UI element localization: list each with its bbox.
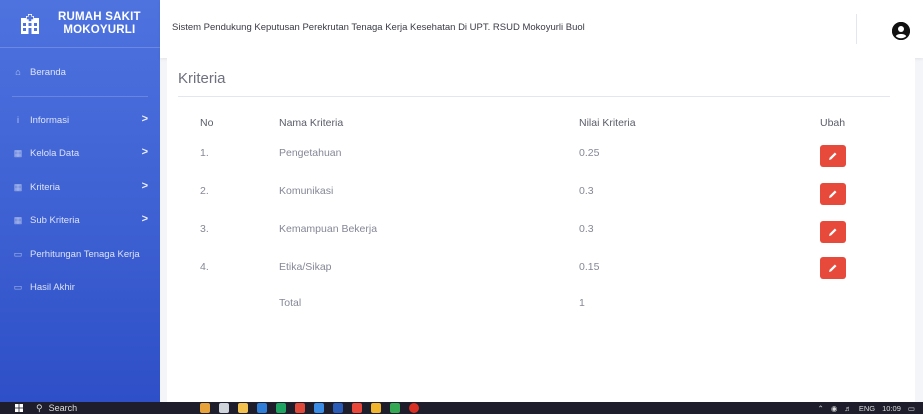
sidebar-item-label: Kriteria: [30, 181, 61, 193]
total-label: Total: [279, 297, 302, 309]
sidebar-divider: [12, 96, 148, 97]
edit-button[interactable]: [820, 145, 846, 167]
row-name: Pengetahuan: [279, 147, 342, 159]
page-title: Kriteria: [178, 70, 226, 87]
sidebar-item-informasi[interactable]: i Informasi >: [0, 110, 160, 130]
chevron-up-icon[interactable]: ⌃: [818, 404, 824, 413]
pencil-icon: [829, 264, 837, 272]
row-name: Kemampuan Bekerja: [279, 223, 378, 235]
hospital-icon: [21, 13, 39, 34]
taskbar-app-icon[interactable]: [200, 403, 210, 413]
row-no: 3.: [200, 223, 209, 235]
row-value: 0.15: [579, 261, 600, 273]
chevron-right-icon: >: [141, 180, 148, 192]
taskbar-app-icon[interactable]: [219, 403, 229, 413]
taskbar-app-icon[interactable]: [276, 403, 286, 413]
brand-name: RUMAH SAKIT MOKOYURLI: [58, 11, 141, 37]
row-value: 0.25: [579, 147, 600, 159]
pencil-icon: [829, 228, 837, 236]
table-icon: ▦: [13, 181, 23, 192]
taskbar-app-icon[interactable]: [238, 403, 248, 413]
network-icon[interactable]: ◉: [831, 404, 838, 413]
row-no: 2.: [200, 185, 209, 197]
sidebar-item-label: Kelola Data: [30, 147, 80, 159]
pencil-icon: [829, 190, 837, 198]
criteria-card: Kriteria No Nama Kriteria Nilai Kriteria…: [167, 58, 915, 402]
taskbar-clock[interactable]: 10:09: [882, 404, 901, 413]
sidebar-item-label: Hasil Akhir: [30, 281, 75, 293]
laptop-icon: ▭: [13, 281, 23, 292]
sidebar-item-kriteria[interactable]: ▦ Kriteria >: [0, 177, 160, 197]
column-header-name: Nama Kriteria: [279, 117, 344, 129]
topbar-divider: [856, 14, 857, 44]
taskbar-app-icon[interactable]: [371, 403, 381, 413]
sidebar-brand[interactable]: RUMAH SAKIT MOKOYURLI: [0, 0, 160, 48]
sidebar-item-sub-kriteria[interactable]: ▦ Sub Kriteria >: [0, 210, 160, 230]
taskbar-app-icon[interactable]: [409, 403, 419, 413]
column-header-no: No: [200, 117, 214, 129]
pencil-icon: [829, 152, 837, 160]
row-name: Komunikasi: [279, 185, 334, 197]
topbar-title: Sistem Pendukung Keputusan Perekrutan Te…: [172, 22, 585, 33]
search-icon: ⚲: [36, 402, 43, 413]
user-menu-button[interactable]: [892, 22, 910, 40]
row-no: 1.: [200, 147, 209, 159]
home-icon: ⌂: [15, 67, 21, 77]
column-header-value: Nilai Kriteria: [579, 117, 636, 129]
sidebar-item-perhitungan[interactable]: ▭ Perhitungan Tenaga Kerja: [0, 244, 160, 264]
sidebar-item-beranda[interactable]: ⌂ Beranda: [0, 62, 160, 82]
chevron-right-icon: >: [141, 113, 148, 125]
edit-button[interactable]: [820, 257, 846, 279]
taskbar-app-icon[interactable]: [314, 403, 324, 413]
topbar: Sistem Pendukung Keputusan Perekrutan Te…: [160, 0, 923, 58]
taskbar-app-icon[interactable]: [352, 403, 362, 413]
edit-button[interactable]: [820, 221, 846, 243]
row-no: 4.: [200, 261, 209, 273]
sidebar: RUMAH SAKIT MOKOYURLI ⌂ Beranda i Inform…: [0, 0, 160, 402]
total-value: 1: [579, 297, 585, 309]
sidebar-item-kelola-data[interactable]: ▦ Kelola Data >: [0, 143, 160, 163]
row-value: 0.3: [579, 185, 594, 197]
sidebar-item-label: Informasi: [30, 114, 70, 126]
taskbar-search[interactable]: ⚲ Search: [36, 402, 77, 414]
edit-button[interactable]: [820, 183, 846, 205]
user-circle-icon: [892, 22, 910, 40]
chevron-right-icon: >: [141, 146, 148, 158]
sidebar-item-label: Sub Kriteria: [30, 214, 80, 226]
info-icon: i: [17, 115, 19, 125]
brand-line2: MOKOYURLI: [63, 23, 136, 36]
taskbar-app-icon[interactable]: [257, 403, 267, 413]
taskbar-app-icon[interactable]: [333, 403, 343, 413]
laptop-icon: ▭: [13, 248, 23, 259]
brand-line1: RUMAH SAKIT: [58, 10, 141, 23]
volume-icon[interactable]: ♬: [844, 404, 852, 413]
windows-start-icon[interactable]: [15, 404, 23, 412]
taskbar-search-label: Search: [48, 403, 78, 413]
notification-icon[interactable]: ▭: [908, 404, 915, 413]
system-tray: ⌃ ◉ ♬ ENG 10:09 ▭: [818, 402, 915, 414]
row-name: Etika/Sikap: [279, 261, 332, 273]
taskbar-lang[interactable]: ENG: [859, 404, 875, 413]
taskbar-app-icon[interactable]: [295, 403, 305, 413]
sidebar-item-label: Beranda: [30, 66, 66, 78]
row-value: 0.3: [579, 223, 594, 235]
sidebar-item-hasil-akhir[interactable]: ▭ Hasil Akhir: [0, 277, 160, 297]
column-header-edit: Ubah: [820, 117, 846, 129]
chevron-right-icon: >: [141, 213, 148, 225]
title-divider: [178, 96, 890, 97]
table-icon: ▦: [13, 147, 23, 158]
os-taskbar: ⚲ Search ⌃ ◉ ♬ ENG 10:09 ▭: [0, 402, 923, 414]
taskbar-apps: [200, 403, 419, 413]
sidebar-item-label: Perhitungan Tenaga Kerja: [30, 248, 140, 260]
table-icon: ▦: [13, 214, 23, 225]
taskbar-app-icon[interactable]: [390, 403, 400, 413]
